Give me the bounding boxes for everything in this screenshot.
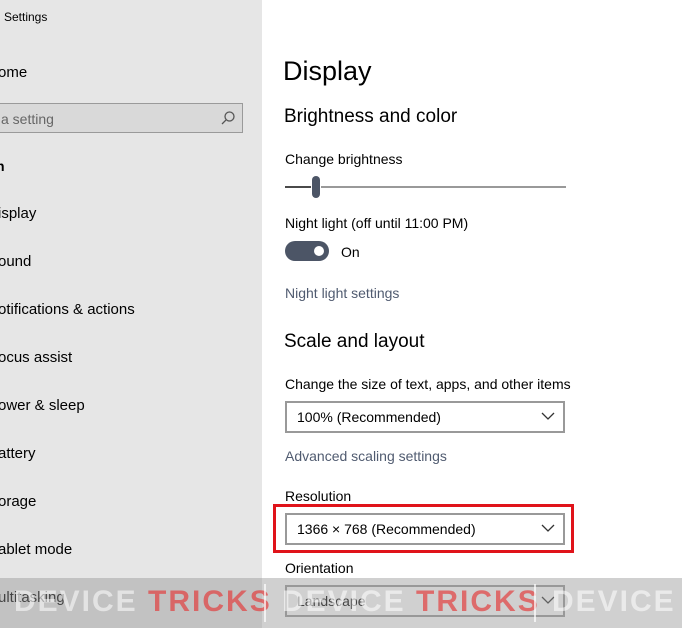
search-placeholder: a setting xyxy=(1,111,54,127)
brightness-heading: Brightness and color xyxy=(284,106,458,127)
watermark-text: DEVICE TRICKS xyxy=(14,585,272,619)
chevron-down-icon xyxy=(541,412,555,420)
sidebar-item-power-sleep[interactable]: ower & sleep xyxy=(0,397,85,414)
sidebar-item-notifications[interactable]: otifications & actions xyxy=(0,301,135,318)
scale-layout-heading: Scale and layout xyxy=(284,331,425,352)
night-light-label: Night light (off until 11:00 PM) xyxy=(285,215,469,231)
main-content: Display Brightness and color Change brig… xyxy=(262,0,682,628)
sidebar-item-battery[interactable]: attery xyxy=(0,445,36,462)
night-light-settings-link[interactable]: Night light settings xyxy=(285,285,399,301)
resolution-dropdown[interactable]: 1366 × 768 (Recommended) xyxy=(285,513,565,545)
page-title: Display xyxy=(283,56,372,86)
watermark-word-accent: TRICKS xyxy=(416,585,540,618)
slider-track xyxy=(321,186,566,188)
watermark-word: DEVICE xyxy=(552,585,676,618)
sidebar: Settings ome a setting n isplay ound oti… xyxy=(0,0,262,628)
window-title: Settings xyxy=(4,10,48,24)
advanced-scaling-link[interactable]: Advanced scaling settings xyxy=(285,448,447,464)
orientation-label: Orientation xyxy=(285,560,354,576)
sidebar-item-sound[interactable]: ound xyxy=(0,253,31,270)
slider-track-fill xyxy=(285,186,311,188)
night-light-state: On xyxy=(341,244,360,260)
toggle-knob xyxy=(314,246,324,256)
sidebar-item-focus-assist[interactable]: ocus assist xyxy=(0,349,72,366)
watermark: DEVICE TRICKS DEVICE TRICKS DEVICE T xyxy=(0,578,682,628)
sidebar-section-label: n xyxy=(0,158,5,174)
resolution-label: Resolution xyxy=(285,488,352,504)
nav-home[interactable]: ome xyxy=(0,64,27,81)
resolution-value: 1366 × 768 (Recommended) xyxy=(297,521,476,537)
scale-dropdown[interactable]: 100% (Recommended) xyxy=(285,401,565,433)
watermark-divider xyxy=(534,584,536,622)
sidebar-item-storage[interactable]: orage xyxy=(0,493,36,510)
watermark-text: DEVICE T xyxy=(552,585,682,619)
chevron-down-icon xyxy=(541,524,555,532)
watermark-word-accent: TRICKS xyxy=(148,585,272,618)
search-input[interactable]: a setting xyxy=(0,103,243,133)
watermark-text: DEVICE TRICKS xyxy=(282,585,540,619)
brightness-label: Change brightness xyxy=(285,151,403,167)
night-light-toggle[interactable] xyxy=(285,241,329,261)
sidebar-item-tablet-mode[interactable]: ablet mode xyxy=(0,541,72,558)
watermark-divider xyxy=(264,584,266,622)
slider-thumb[interactable] xyxy=(312,176,320,198)
watermark-word: DEVICE xyxy=(282,585,406,618)
scale-value: 100% (Recommended) xyxy=(297,409,441,425)
search-icon[interactable] xyxy=(220,110,236,126)
brightness-slider[interactable] xyxy=(285,172,566,202)
size-label: Change the size of text, apps, and other… xyxy=(285,376,571,392)
watermark-word: DEVICE xyxy=(14,585,138,618)
sidebar-item-display[interactable]: isplay xyxy=(0,205,36,222)
